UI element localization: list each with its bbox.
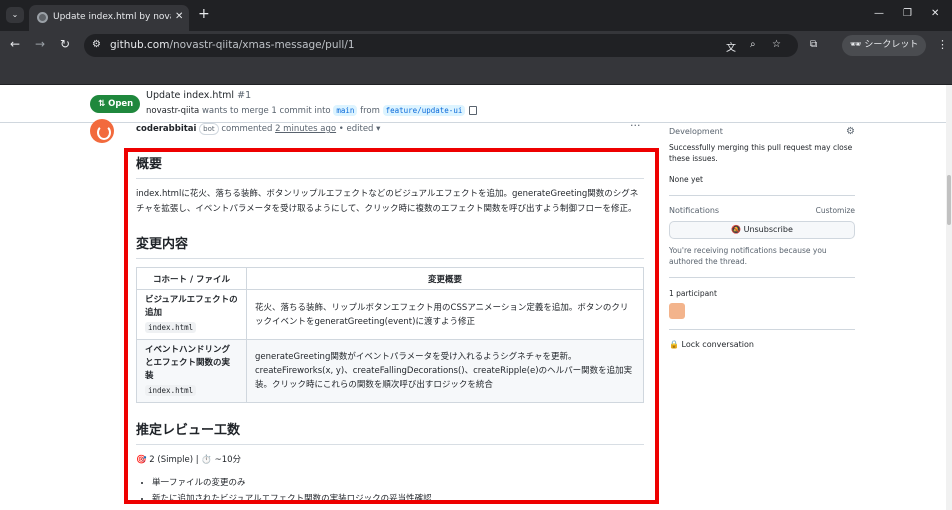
github-pr-page: ⇅ Open Update index.html #1 novastr-qiit… xyxy=(0,85,946,510)
comment-more-icon[interactable]: ··· xyxy=(630,119,641,132)
development-title: Development xyxy=(669,127,723,136)
pr-author-link[interactable]: novastr-qiita xyxy=(146,106,199,116)
coderabbit-avatar[interactable] xyxy=(90,119,114,143)
none-yet: None yet xyxy=(669,175,703,184)
back-arrow-icon[interactable]: ← xyxy=(10,37,20,51)
browser-menu-icon[interactable]: ⋮ xyxy=(937,38,948,51)
bot-label: bot xyxy=(199,123,219,135)
head-branch[interactable]: feature/update-ui xyxy=(382,105,466,116)
participant-avatar[interactable] xyxy=(669,303,685,319)
tab-close-icon[interactable]: ✕ xyxy=(175,11,183,22)
edited-dropdown[interactable]: • edited ▾ xyxy=(336,124,381,134)
pr-title: Update index.html #1 xyxy=(146,90,252,101)
bookmark-star-icon[interactable]: ☆ xyxy=(772,39,781,50)
active-tab[interactable]: Update index.html by novastr ✕ xyxy=(29,5,189,31)
zoom-icon[interactable]: ⌕ xyxy=(750,39,756,50)
address-bar[interactable]: ⚙ github.com/novastr-qiita/xmas-message/… xyxy=(84,34,798,57)
participants-section: 1 participant xyxy=(669,288,855,330)
notify-reason: You're receiving notifications because y… xyxy=(669,246,827,266)
maximize-button[interactable]: ❐ xyxy=(903,8,912,19)
participants-count: 1 participant xyxy=(669,289,717,298)
page-scrollbar[interactable] xyxy=(946,85,952,510)
extensions-icon[interactable]: ⧉ xyxy=(810,39,817,50)
incognito-icon: 🕶 xyxy=(850,40,862,50)
bookmarks-bar xyxy=(0,60,952,85)
new-tab-button[interactable]: + xyxy=(198,6,210,22)
pr-sticky-header: ⇅ Open Update index.html #1 novastr-qiit… xyxy=(0,85,946,123)
close-window-button[interactable]: ✕ xyxy=(931,8,939,19)
incognito-badge[interactable]: 🕶 シークレット xyxy=(842,35,926,56)
comment-author[interactable]: coderabbitai xyxy=(136,124,196,134)
browser-toolbar: ← → ↻ ⚙ github.com/novastr-qiita/xmas-me… xyxy=(0,31,952,60)
site-info-icon[interactable]: ⚙ xyxy=(92,39,101,50)
translate-icon[interactable]: 文 xyxy=(726,39,736,54)
customize-link[interactable]: Customize xyxy=(816,206,855,215)
lock-conversation-link[interactable]: 🔒 Lock conversation xyxy=(669,340,855,349)
scrollbar-thumb[interactable] xyxy=(947,175,951,225)
reload-icon[interactable]: ↻ xyxy=(60,37,70,51)
tab-title: Update index.html by novastr xyxy=(53,12,171,22)
pr-meta: novastr-qiita wants to merge 1 commit in… xyxy=(146,105,478,116)
unsubscribe-button[interactable]: 🔕 Unsubscribe xyxy=(669,221,855,239)
base-branch[interactable]: main xyxy=(333,105,358,116)
forward-arrow-icon[interactable]: → xyxy=(35,37,45,51)
notifications-section: Notifications Customize 🔕 Unsubscribe Yo… xyxy=(669,206,855,278)
comment-header: coderabbitai bot commented 2 minutes ago… xyxy=(136,123,381,135)
red-highlight-box xyxy=(124,148,659,504)
url-text[interactable]: github.com/novastr-qiita/xmas-message/pu… xyxy=(110,39,355,51)
development-text: Successfully merging this pull request m… xyxy=(669,143,853,163)
pr-sidebar: Development ⚙ Successfully merging this … xyxy=(669,126,855,349)
pr-state-badge: ⇅ Open xyxy=(90,95,140,113)
tab-search-button[interactable]: ⌄ xyxy=(6,7,24,23)
comment-timestamp[interactable]: 2 minutes ago xyxy=(275,124,336,134)
browser-tab-bar: ⌄ Update index.html by novastr ✕ + — ❐ ✕ xyxy=(0,0,952,31)
copy-icon[interactable] xyxy=(469,106,478,115)
pr-open-icon: ⇅ xyxy=(98,99,106,109)
gear-icon[interactable]: ⚙ xyxy=(846,126,855,137)
development-section: Development ⚙ Successfully merging this … xyxy=(669,126,855,196)
pr-number: #1 xyxy=(237,90,252,101)
github-favicon-icon xyxy=(37,12,48,23)
minimize-button[interactable]: — xyxy=(874,8,884,19)
